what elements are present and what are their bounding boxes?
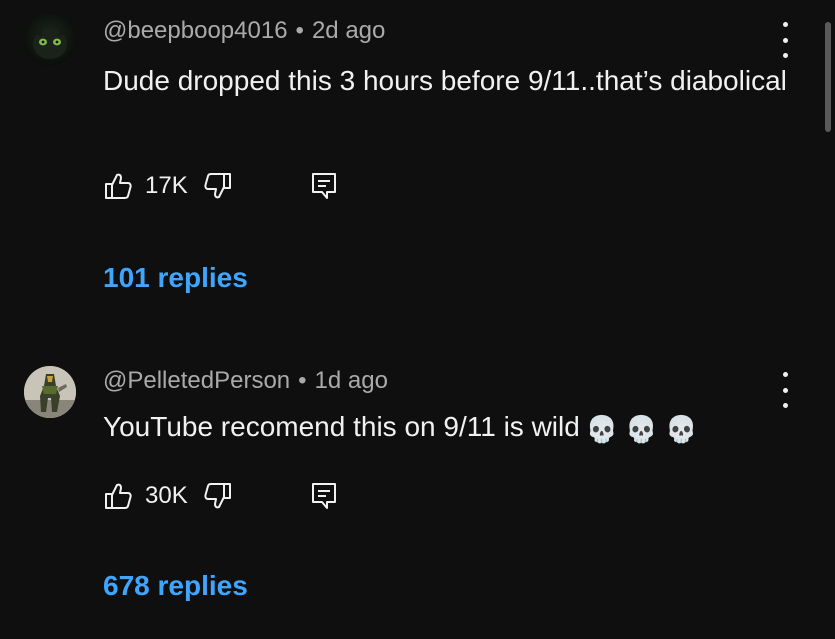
comment-text: YouTube recomend this on 9/11 is wild 💀 💀… [103,406,793,450]
reply-icon[interactable] [309,481,339,511]
replies-link[interactable]: 101 replies [103,262,248,294]
comment-actions: 30K [103,476,339,516]
avatar[interactable] [24,366,76,418]
meta-separator: • [298,367,307,394]
more-vert-icon[interactable] [775,372,795,408]
more-vert-icon[interactable] [775,22,795,58]
avatar-dragon-image [33,28,67,59]
thumbs-down-icon[interactable] [203,171,233,201]
like-count: 17K [145,172,188,199]
avatar-figure-image [24,366,76,418]
comment-text-body: YouTube recomend this on 9/11 is wild [103,411,580,442]
thumbs-down-icon[interactable] [203,481,233,511]
username[interactable]: @beepboop4016 [103,17,288,44]
thumbs-up-icon[interactable] [103,171,133,201]
meta-separator: • [295,17,304,44]
comment-text: Dude dropped this 3 hours before 9/11..t… [103,65,787,96]
scrollbar[interactable] [825,22,831,132]
comment-meta: @beepboop4016 • 2d ago [103,17,385,45]
reply-icon[interactable] [309,171,339,201]
thumbs-up-icon[interactable] [103,481,133,511]
replies-link[interactable]: 678 replies [103,570,248,602]
username[interactable]: @PelletedPerson [103,367,290,394]
avatar[interactable] [24,14,76,66]
like-count: 30K [145,482,188,509]
skull-emoji: 💀 💀 💀 [585,413,698,444]
comment-meta: @PelletedPerson • 1d ago [103,367,388,395]
comment-actions: 17K [103,166,339,206]
timestamp: 2d ago [311,17,386,44]
timestamp: 1d ago [314,367,388,394]
